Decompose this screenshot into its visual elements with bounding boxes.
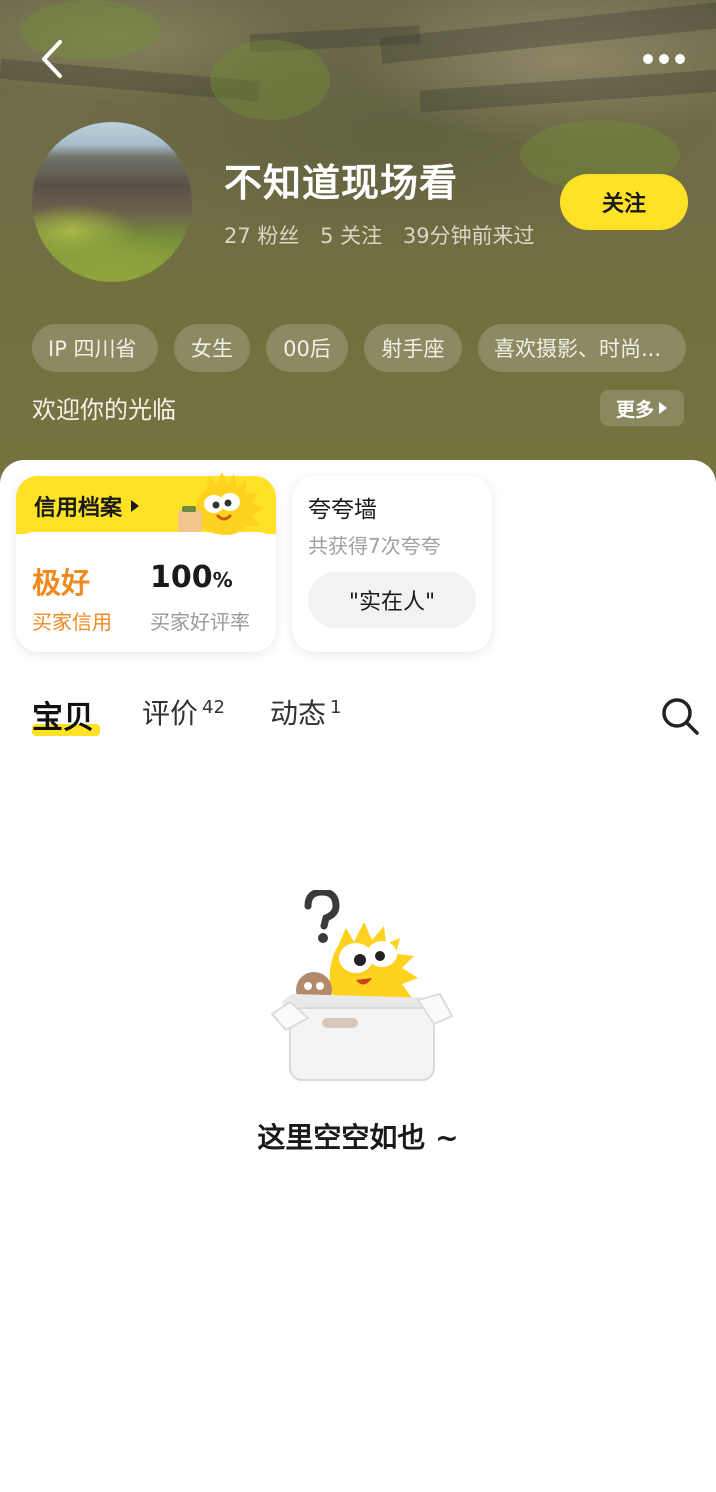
tab-moments[interactable]: 动态 1 [270,692,341,732]
praise-wall-title: 夸夸墙 [308,497,377,523]
fans-count[interactable]: 27 粉丝 [224,224,299,248]
tab-reviews-label: 评价 [142,697,199,730]
tab-items-label: 宝贝 [32,700,94,736]
following-count[interactable]: 5 关注 [320,224,382,248]
credit-card-title-label: 信用档案 [34,496,123,521]
praise-wall-subtitle: 共获得7次夸夸 [308,534,441,558]
tag-gender: 女生 [174,324,250,372]
tab-items[interactable]: 宝贝 [32,692,94,737]
tag-age-group: 00后 [266,324,348,372]
good-review-rate-label: 买家好评率 [150,610,250,634]
good-review-rate-value: 100 [150,560,213,595]
profile-bio: 欢迎你的光临 [32,396,176,424]
tag-ip-location: IP 四川省 [32,324,158,372]
credit-level-label: 买家信用 [32,610,112,634]
credit-level: 极好 [32,566,91,600]
user-name: 不知道现场看 [224,161,459,205]
profile-tags: IP 四川省 女生 00后 射手座 喜欢摄影、时尚... [32,324,686,372]
good-review-rate: 100% [150,560,233,595]
tab-moments-count: 1 [330,697,342,718]
avatar[interactable] [32,122,192,282]
tag-zodiac: 射手座 [364,324,462,372]
chevron-right-icon [659,402,667,414]
more-button[interactable]: 更多 [600,390,684,426]
tab-reviews[interactable]: 评价 42 [142,692,225,732]
mascot-icon [178,472,264,535]
praise-wall-card[interactable]: 夸夸墙 共获得7次夸夸 "实在人" [292,476,492,652]
profile-stats: 27 粉丝 5 关注 39分钟前来过 [224,220,549,250]
last-seen: 39分钟前来过 [402,224,535,248]
credit-card-title[interactable]: 信用档案 [34,490,140,522]
tab-moments-label: 动态 [270,697,327,730]
good-review-rate-unit: % [212,568,233,592]
search-icon[interactable] [660,696,700,736]
follow-button[interactable]: 关注 [560,174,688,230]
credit-card-body: 极好 买家信用 100% 买家好评率 [16,532,276,652]
tag-hobbies[interactable]: 喜欢摄影、时尚... [478,324,686,372]
back-icon[interactable] [36,38,72,80]
more-button-label: 更多 [615,398,654,421]
more-icon[interactable] [640,50,688,68]
praise-chip[interactable]: "实在人" [308,572,476,628]
chevron-right-icon [131,500,140,512]
tab-reviews-count: 42 [202,697,225,718]
empty-state-message: 这里空空如也 ~ [257,1121,459,1154]
empty-box-mascot-icon [270,890,454,1081]
